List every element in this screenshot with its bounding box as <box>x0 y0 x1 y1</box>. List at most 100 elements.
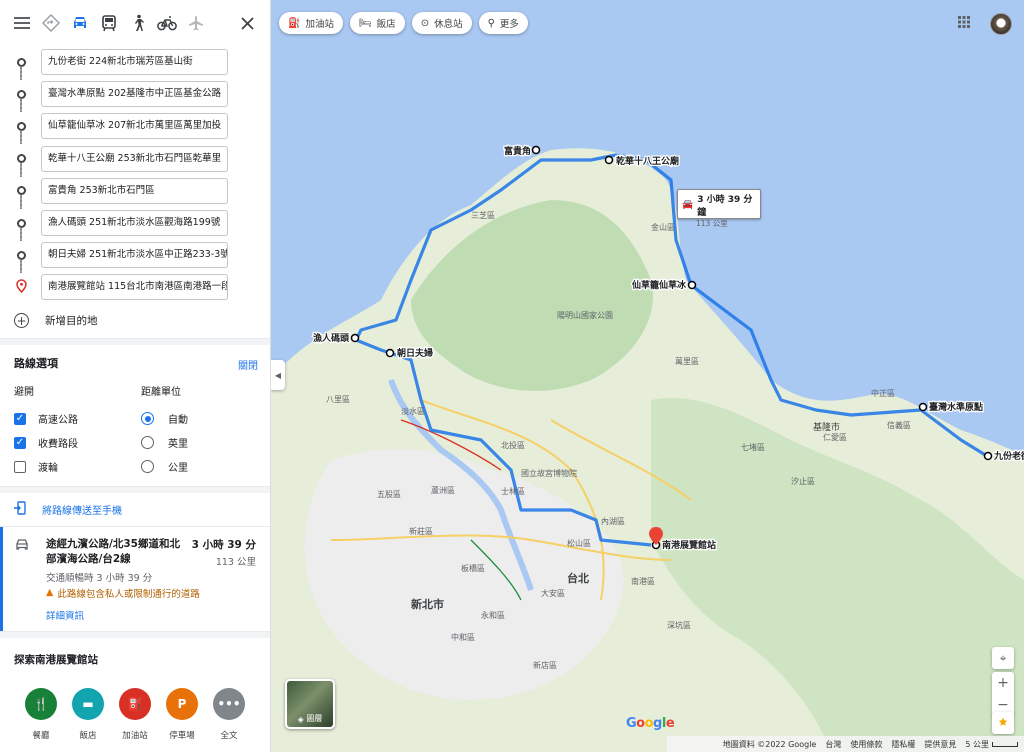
explore-section: 探索南港展覽館站 🍴 餐廳 ▬ 飯店 ⛽ 加油站 P 停車場 ••• 全文 <box>0 638 270 741</box>
area-label: 深坑區 <box>667 620 691 630</box>
logo-letter: o <box>644 716 654 731</box>
waypoint-row: 朝日夫婦 251新北市淡水區中正路233-3號 <box>0 239 270 274</box>
option-label: 收費路段 <box>38 439 78 450</box>
layers-button[interactable]: ◈ 圖層 <box>285 679 335 729</box>
option-label: 渡輪 <box>38 463 58 474</box>
close-icon[interactable] <box>233 9 261 37</box>
waypoint-row: 乾華十八王公廟 253新北市石門區乾華里 <box>0 143 270 177</box>
chip-label: 飯店 <box>376 19 396 30</box>
destination-input[interactable]: 南港展覽館站 115台北市南港區南港路一段 <box>41 274 228 301</box>
unit-km-option[interactable]: 公里 <box>141 455 188 479</box>
car-icon[interactable] <box>66 9 94 37</box>
collapse-panel-button[interactable]: ◀ <box>271 360 285 390</box>
pegman-icon[interactable]: 🟊 <box>992 712 1014 734</box>
account-avatar[interactable] <box>990 13 1012 35</box>
add-destination-label: 新增目的地 <box>45 315 98 327</box>
waypoint-input[interactable]: 乾華十八王公廟 253新北市石門區乾華里 <box>41 145 228 172</box>
waypoint-row: 九份老街 224新北市瑞芳區基山街 <box>0 46 270 80</box>
section-divider <box>0 630 270 638</box>
zoom-in-button[interactable]: + <box>997 672 1009 694</box>
explore-parking-button[interactable]: P 停車場 <box>161 687 203 741</box>
bike-icon[interactable] <box>153 9 181 37</box>
walk-icon[interactable] <box>124 9 152 37</box>
close-options-link[interactable]: 關閉 <box>238 357 258 372</box>
flight-icon[interactable] <box>182 9 210 37</box>
map-canvas[interactable]: 富貴角 乾華十八王公廟 仙草籠仙草冰 漁人碼頭 朝日夫婦 臺灣水準原點 九份老街… <box>271 0 1024 752</box>
callout-distance: 113 公里 <box>696 219 728 228</box>
waypoint-input[interactable]: 富貴角 253新北市石門區 <box>41 177 228 204</box>
logo-letter: e <box>665 716 675 731</box>
avoid-highways-option[interactable]: ✓ 高速公路 <box>14 407 78 431</box>
place-label: 富貴角 <box>504 145 531 157</box>
chevron-left-icon: ◀ <box>274 370 282 380</box>
route-duration-callout[interactable]: 🚘 3 小時 39 分鐘 113 公里 <box>677 189 761 228</box>
unit-auto-option[interactable]: 自動 <box>141 407 188 431</box>
radio-unselected[interactable] <box>141 436 154 449</box>
category-label: 全文 <box>220 730 238 741</box>
footer-link[interactable]: 隱私權 <box>891 739 915 750</box>
google-logo: Google <box>626 716 675 731</box>
place-label: 朝日夫婦 <box>397 347 433 359</box>
area-label: 大安區 <box>541 588 565 598</box>
more-icon: ••• <box>213 687 245 720</box>
route-distance: 113 公里 <box>215 556 256 568</box>
chip-search[interactable]: ⚲ 更多 <box>478 12 528 34</box>
distance-unit-options: 距離單位 自動 英里 公里 <box>141 383 188 479</box>
area-label: 新店區 <box>533 660 557 670</box>
warning-icon: ▲ <box>46 587 54 598</box>
area-label: 中正區 <box>871 388 895 398</box>
area-label: 萬里區 <box>675 356 699 366</box>
avoid-ferries-option[interactable]: 渡輪 <box>14 455 78 479</box>
explore-hotel-button[interactable]: ▬ 飯店 <box>67 687 109 741</box>
footer-link: 地圖資料 ©2022 Google <box>722 739 817 749</box>
place-label: 漁人碼頭 <box>313 332 350 344</box>
transit-icon[interactable] <box>95 9 123 37</box>
chip-hotel[interactable]: 🛏 飯店 <box>349 12 405 34</box>
category-label: 停車場 <box>169 730 195 741</box>
waypoint-list: 九份老街 224新北市瑞芳區基山街 臺灣水準原點 202基隆市中正區基金公路 仙… <box>0 46 270 304</box>
logo-letter: G <box>626 716 637 731</box>
explore-restaurant-button[interactable]: 🍴 餐廳 <box>20 687 62 741</box>
waypoint-input[interactable]: 朝日夫婦 251新北市淡水區中正路233-3號 <box>41 242 228 269</box>
place-label: 臺灣水準原點 <box>929 401 983 413</box>
avoid-tolls-option[interactable]: ✓ 收費路段 <box>14 431 78 455</box>
radio-selected[interactable] <box>141 412 154 425</box>
checkbox-checked[interactable]: ✓ <box>14 412 26 425</box>
area-label: 五股區 <box>377 490 401 499</box>
checkbox-checked[interactable]: ✓ <box>14 436 26 449</box>
waypoint-input[interactable]: 臺灣水準原點 202基隆市中正區基金公路 <box>41 81 228 108</box>
waypoint-row: 富貴角 253新北市石門區 <box>0 175 270 209</box>
menu-icon[interactable] <box>8 9 36 37</box>
footer-link[interactable]: 提供意見 <box>924 739 956 750</box>
explore-more-button[interactable]: ••• 全文 <box>208 687 250 741</box>
radio-unselected[interactable] <box>141 460 154 473</box>
add-destination-button[interactable]: + 新增目的地 <box>0 304 270 338</box>
checkbox-unchecked[interactable] <box>14 460 26 473</box>
chip-label: 休息站 <box>434 19 463 30</box>
chip-rest-stop[interactable]: ⊙ 休息站 <box>411 12 472 34</box>
apps-grid-icon[interactable] <box>958 16 970 32</box>
waypoint-input[interactable]: 仙草籠仙草冰 207新北市萬里區萬里加投 <box>41 113 228 140</box>
rest-stop-icon: ⊙ <box>420 17 430 29</box>
area-label: 南港區 <box>631 576 655 586</box>
send-to-phone-link[interactable]: 將路線傳送至手機 <box>0 493 270 527</box>
footer-link[interactable]: 使用條款 <box>850 739 882 750</box>
details-link[interactable]: 詳細資訊 <box>46 608 256 622</box>
chip-gas-station[interactable]: ⛽ 加油站 <box>279 12 343 34</box>
my-location-button[interactable]: ⌖ <box>992 647 1014 669</box>
warning-text: 此路線包含私人或限制通行的道路 <box>57 588 200 600</box>
logo-letter: g <box>653 716 662 731</box>
plus-icon: + <box>14 313 29 328</box>
waypoint-input[interactable]: 漁人碼頭 251新北市淡水區觀海路199號 <box>41 210 228 237</box>
route-option-card[interactable]: 途經九濱公路/北35鄉道和北部濱海公路/台2線 3 小時 39 分 113 公里… <box>0 526 270 631</box>
place-label: 仙草籠仙草冰 <box>632 279 687 291</box>
search-icon: ⚲ <box>487 17 495 29</box>
scale-bar[interactable]: 5 公里 <box>965 739 1018 750</box>
unit-miles-option[interactable]: 英里 <box>141 431 188 455</box>
footer-link[interactable]: 台灣 <box>825 739 841 750</box>
area-label: 內湖區 <box>601 517 625 526</box>
waypoint-input[interactable]: 九份老街 224新北市瑞芳區基山街 <box>41 49 228 76</box>
area-label: 仁愛區 <box>823 432 847 442</box>
directions-icon[interactable] <box>37 9 65 37</box>
explore-gas-station-button[interactable]: ⛽ 加油站 <box>114 687 156 741</box>
